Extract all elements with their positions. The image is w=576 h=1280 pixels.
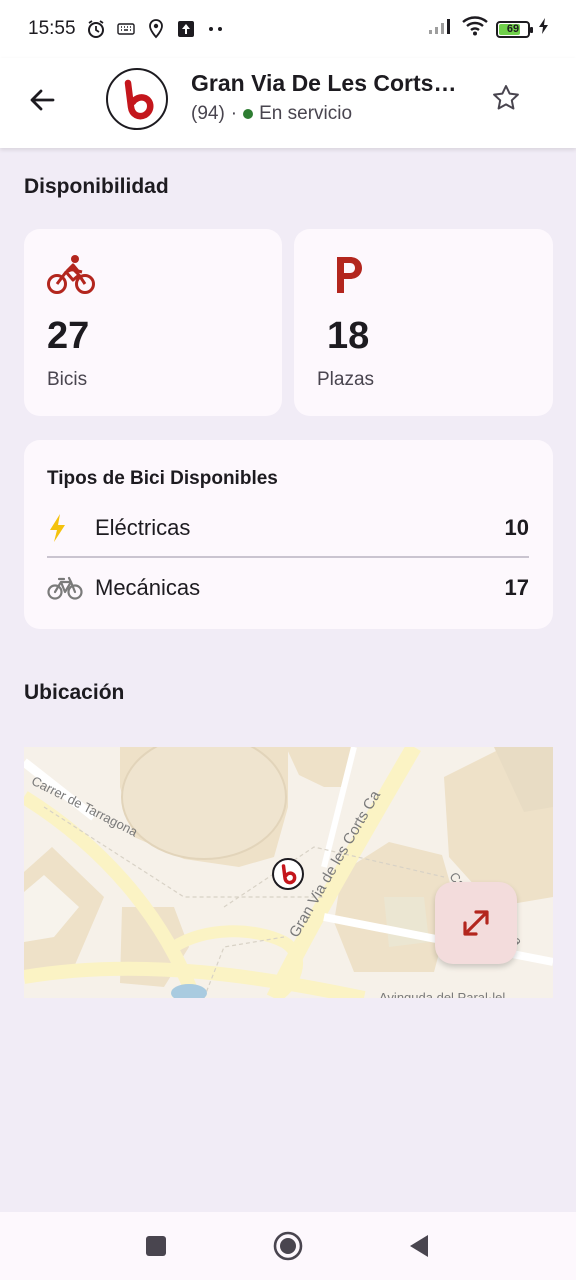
signal-icon [428, 17, 454, 41]
station-subtitle: (94) · En servicio [191, 103, 461, 125]
back-triangle-icon [410, 1235, 428, 1257]
battery-icon: 69 [496, 20, 533, 38]
status-bar-left: 15:55 [28, 18, 226, 40]
recent-apps-button[interactable] [140, 1230, 172, 1262]
alarm-icon [86, 19, 106, 39]
bikes-card: 27 Bicis [24, 229, 282, 416]
system-nav-bar [0, 1212, 576, 1280]
status-time: 15:55 [28, 18, 76, 39]
bike-types-title: Tipos de Bici Disponibles [47, 468, 278, 489]
type-divider [47, 556, 529, 558]
station-title-block: Gran Via De Les Corts Catalanes (94) · E… [191, 70, 461, 125]
parking-p-icon [334, 255, 366, 300]
subtitle-separator: · [230, 103, 238, 124]
charging-icon [538, 17, 550, 41]
expand-map-button[interactable] [435, 882, 517, 964]
bike-rider-icon [46, 253, 96, 300]
station-logo [106, 68, 168, 130]
bicing-logo-icon [124, 79, 154, 120]
station-title: Gran Via De Les Corts Catalanes [191, 70, 461, 96]
app-bar: Gran Via De Les Corts Catalanes (94) · E… [0, 58, 576, 148]
docks-count: 18 [327, 315, 370, 357]
docks-card: 18 Plazas [294, 229, 553, 416]
type-name-electric: Eléctricas [95, 515, 191, 540]
bicing-marker-icon [281, 864, 297, 885]
lightning-icon [47, 513, 83, 543]
bicycle-icon [47, 573, 83, 603]
upload-icon [176, 19, 196, 39]
recent-apps-icon [146, 1236, 166, 1256]
type-value-mechanical: 17 [504, 575, 529, 600]
back-nav-button[interactable] [403, 1230, 435, 1262]
type-value-electric: 10 [504, 515, 529, 540]
star-outline-icon [493, 85, 519, 110]
station-count: (94) [191, 103, 225, 124]
wifi-icon [462, 16, 488, 42]
arrow-back-icon [30, 89, 55, 111]
type-name-mechanical: Mecánicas [95, 575, 201, 600]
favorite-button[interactable] [486, 78, 526, 118]
keyboard-icon [116, 19, 136, 39]
expand-arrows-icon [463, 910, 489, 936]
battery-level: 69 [506, 23, 520, 35]
station-status: En servicio [259, 103, 353, 124]
more-dots-icon [206, 19, 226, 39]
location-section-title: Ubicación [24, 681, 125, 704]
availability-section-title: Disponibilidad [24, 175, 169, 198]
bikes-count: 27 [47, 315, 90, 357]
location-icon [146, 19, 166, 39]
type-row-electric: Eléctricas 10 [47, 508, 529, 548]
map-street-label-3: Avinguda del Paral·lel [379, 990, 506, 998]
status-bar: 15:55 69 [0, 0, 576, 58]
bike-types-card: Tipos de Bici Disponibles Eléctricas 10 … [24, 440, 553, 629]
status-bar-right: 69 [428, 16, 550, 42]
home-button[interactable] [272, 1230, 304, 1262]
home-icon [273, 1231, 303, 1261]
type-row-mechanical: Mecánicas 17 [47, 568, 529, 608]
station-marker[interactable] [272, 858, 304, 890]
bikes-label: Bicis [47, 369, 88, 390]
docks-label: Plazas [317, 369, 375, 390]
status-dot [243, 109, 254, 119]
back-button[interactable] [22, 80, 62, 120]
